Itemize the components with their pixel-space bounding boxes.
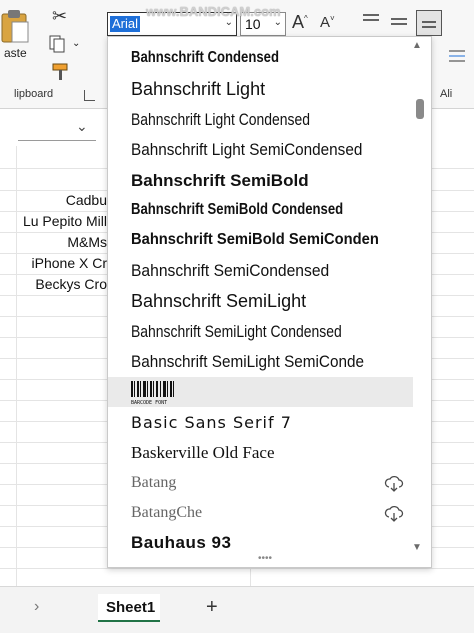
name-box-chevron-down-icon[interactable]: ⌄: [76, 118, 88, 135]
font-option[interactable]: Bahnschrift Light Condensed: [131, 110, 310, 130]
increase-font-size-icon[interactable]: A^: [292, 12, 308, 33]
font-dropdown-list[interactable]: Bahnschrift Condensed Bahnschrift Light …: [107, 36, 432, 568]
barcode-font-option[interactable]: BARCODE FONT: [108, 377, 413, 407]
font-option[interactable]: Baskerville Old Face: [131, 443, 275, 463]
cell-text[interactable]: Cadbu: [0, 192, 107, 208]
font-option[interactable]: Bahnschrift SemiLight SemiConde: [131, 352, 364, 372]
font-option[interactable]: Bahnschrift SemiBold SemiConden: [131, 231, 379, 249]
format-painter-icon[interactable]: [50, 62, 72, 82]
font-option[interactable]: Bahnschrift Condensed: [131, 49, 279, 67]
cloud-download-icon[interactable]: [384, 505, 404, 523]
font-option[interactable]: Bahnschrift Light SemiCondensed: [131, 140, 362, 160]
font-option[interactable]: Bahnschrift SemiLight Condensed: [131, 322, 342, 342]
svg-text:BARCODE FONT: BARCODE FONT: [131, 400, 167, 406]
scrollbar-thumb[interactable]: [416, 99, 424, 119]
add-sheet-plus-icon[interactable]: +: [206, 596, 218, 619]
alignment-group-label: Ali: [440, 88, 453, 100]
sheet-tab-sheet1[interactable]: Sheet1: [98, 594, 160, 622]
font-option[interactable]: Basic Sans Serif 7: [131, 413, 292, 432]
font-option[interactable]: Batang: [131, 474, 176, 492]
font-option[interactable]: Bauhaus 93: [131, 533, 231, 553]
align-bottom-icon[interactable]: [416, 10, 442, 36]
font-option[interactable]: BatangChe: [131, 504, 202, 522]
scroll-down-icon[interactable]: ▼: [412, 542, 422, 553]
wrap-text-icon[interactable]: [446, 48, 466, 64]
cloud-download-icon[interactable]: [384, 475, 404, 493]
cell-text[interactable]: M&Ms: [0, 234, 107, 250]
paste-icon[interactable]: [0, 8, 30, 44]
dialog-launcher-icon[interactable]: [84, 90, 95, 101]
font-option[interactable]: Bahnschrift Light: [131, 79, 265, 100]
copy-dropdown-chevron-icon[interactable]: ⌄: [72, 38, 80, 49]
sheet-tab-label: Sheet1: [106, 599, 156, 616]
cell-text[interactable]: Lu Pepito Mill: [0, 213, 107, 229]
sheet-tab-bar: [0, 586, 474, 633]
align-top-icon[interactable]: [362, 12, 380, 28]
barcode-font-preview-icon: BARCODE FONT: [131, 381, 174, 406]
font-option[interactable]: Bahnschrift SemiCondensed: [131, 261, 329, 281]
decrease-font-size-icon[interactable]: A˅: [320, 14, 335, 31]
clipboard-group-label: lipboard: [14, 88, 54, 100]
paste-label[interactable]: aste: [4, 46, 27, 60]
copy-icon[interactable]: [48, 34, 70, 54]
font-option[interactable]: Bahnschrift SemiLight: [131, 291, 306, 312]
resize-grip-icon[interactable]: ••••: [258, 553, 272, 564]
row-divider: [0, 568, 474, 569]
cut-icon[interactable]: ✂: [52, 6, 67, 27]
font-name-value: Arial: [110, 16, 141, 32]
scroll-sheets-chevron-right-icon[interactable]: ›: [34, 598, 39, 616]
cell-text[interactable]: iPhone X Cr: [0, 255, 107, 271]
font-option[interactable]: Bahnschrift SemiBold: [131, 171, 309, 191]
align-middle-icon[interactable]: [390, 14, 408, 30]
column-divider: [16, 146, 17, 586]
watermark-text: www.BANDICAM.com: [146, 4, 281, 19]
font-option[interactable]: Bahnschrift SemiBold Condensed: [131, 201, 343, 219]
cell-text[interactable]: Beckys Cro: [0, 276, 107, 292]
scroll-up-icon[interactable]: ▲: [412, 40, 422, 51]
